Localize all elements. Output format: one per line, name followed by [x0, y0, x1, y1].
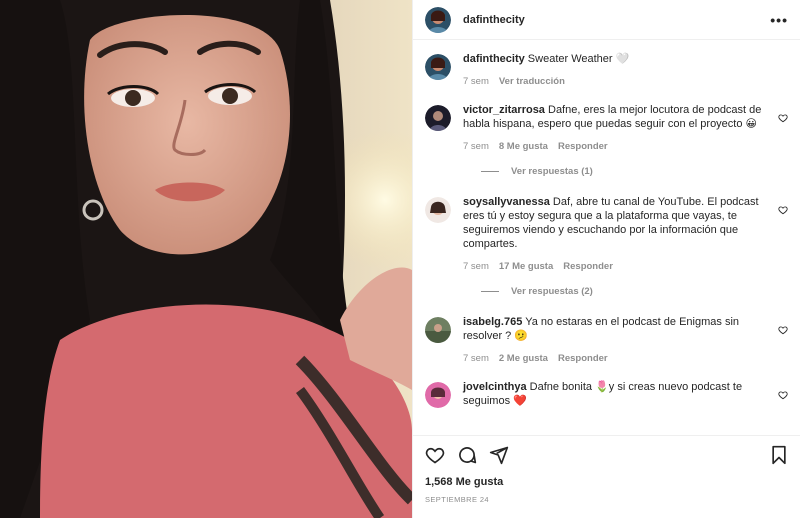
author-avatar-image — [425, 6, 451, 33]
author-avatar[interactable] — [425, 6, 451, 33]
reply-button[interactable]: Responder — [558, 141, 608, 152]
comment-age: 7 sem — [463, 141, 489, 152]
comment: isabelg.765 Ya no estaras en el podcast … — [425, 315, 788, 364]
comment-username[interactable]: isabelg.765 — [463, 316, 522, 328]
caption-username[interactable]: dafinthecity — [463, 53, 525, 65]
comment-username[interactable]: victor_zitarrosa — [463, 104, 545, 116]
more-options-icon[interactable]: ••• — [770, 12, 788, 28]
share-icon[interactable] — [489, 445, 509, 465]
post-panel: dafinthecity ••• dafinthecity Sweater We… — [412, 0, 800, 518]
caption-text: Sweater Weather 🤍 — [527, 53, 630, 65]
caption-avatar[interactable] — [425, 54, 451, 80]
comment-username[interactable]: jovelcinthya — [463, 381, 527, 393]
comment-avatar-image — [425, 197, 451, 223]
comment-avatar[interactable] — [425, 105, 451, 131]
comment-likes[interactable]: 2 Me gusta — [499, 353, 548, 364]
replies-divider — [481, 291, 499, 292]
heart-icon[interactable] — [778, 205, 788, 215]
view-replies-label: Ver respuestas (2) — [511, 286, 593, 297]
post-actions — [413, 435, 800, 473]
caption-age: 7 sem — [463, 76, 489, 87]
comment-avatar-image — [425, 382, 451, 408]
heart-icon[interactable] — [778, 113, 788, 123]
reply-button[interactable]: Responder — [563, 261, 613, 272]
comment-avatar-image — [425, 105, 451, 131]
comment-avatar[interactable] — [425, 317, 451, 343]
reply-button[interactable]: Responder — [558, 353, 608, 364]
comment-avatar[interactable] — [425, 197, 451, 223]
caption-avatar-image — [425, 54, 451, 80]
bookmark-icon[interactable] — [770, 445, 788, 465]
comment-icon[interactable] — [457, 445, 477, 465]
translate-link[interactable]: Ver traducción — [499, 76, 565, 87]
view-replies[interactable]: Ver respuestas (2) — [481, 286, 788, 297]
comment-age: 7 sem — [463, 261, 489, 272]
comment-age: 7 sem — [463, 353, 489, 364]
caption: dafinthecity Sweater Weather 🤍 7 sem Ver… — [425, 52, 788, 87]
heart-icon[interactable] — [425, 445, 445, 465]
comment: jovelcinthya Dafne bonita 🌷y si creas nu… — [425, 380, 788, 408]
comment-likes[interactable]: 17 Me gusta — [499, 261, 553, 272]
comment-username[interactable]: soysallyvanessa — [463, 196, 550, 208]
post-photo[interactable] — [0, 0, 412, 518]
post-photo-illustration — [0, 0, 412, 518]
view-replies[interactable]: Ver respuestas (1) — [481, 166, 788, 177]
comments-list: dafinthecity Sweater Weather 🤍 7 sem Ver… — [413, 40, 800, 435]
comment: soysallyvanessa Daf, abre tu canal de Yo… — [425, 195, 788, 272]
post-header: dafinthecity ••• — [413, 0, 800, 40]
likes-count[interactable]: 1,568 Me gusta — [413, 473, 800, 491]
heart-icon[interactable] — [778, 390, 788, 400]
post-date: SEPTIEMBRE 24 — [425, 495, 489, 504]
replies-divider — [481, 171, 499, 172]
comment: victor_zitarrosa Dafne, eres la mejor lo… — [425, 103, 788, 152]
instagram-post: dafinthecity ••• dafinthecity Sweater We… — [0, 0, 800, 518]
bottom-padding — [413, 504, 800, 518]
comment-likes[interactable]: 8 Me gusta — [499, 141, 548, 152]
comment-avatar-image — [425, 317, 451, 343]
comment-avatar[interactable] — [425, 382, 451, 408]
author-username[interactable]: dafinthecity — [463, 14, 770, 26]
heart-icon[interactable] — [778, 325, 788, 335]
view-replies-label: Ver respuestas (1) — [511, 166, 593, 177]
